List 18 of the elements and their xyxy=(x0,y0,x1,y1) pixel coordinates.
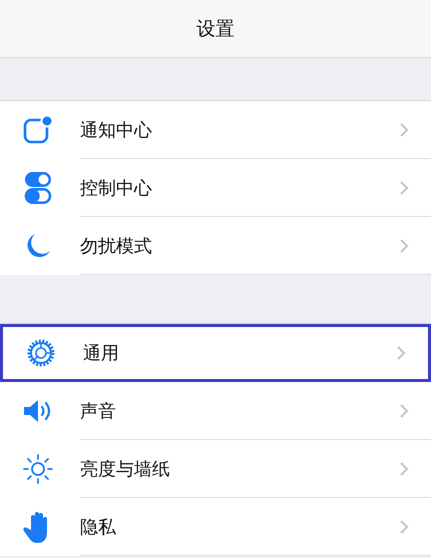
chevron-icon xyxy=(399,402,409,418)
settings-row[interactable]: 通用 xyxy=(0,324,431,382)
row-label: 通用 xyxy=(83,342,119,365)
chevron-icon xyxy=(399,122,409,138)
chevron-icon xyxy=(399,238,409,254)
row-label: 隐私 xyxy=(80,516,116,538)
row-label: 声音 xyxy=(80,400,116,422)
row-label: 勿扰模式 xyxy=(80,234,152,258)
row-label: 通知中心 xyxy=(80,118,152,142)
chevron-icon xyxy=(399,180,409,196)
screen-title: 设置 xyxy=(196,16,234,42)
toggle-switches-icon xyxy=(22,171,54,205)
row-label: 控制中心 xyxy=(80,176,152,200)
chevron-icon xyxy=(399,460,409,476)
sun-icon xyxy=(22,452,54,486)
chevron-icon xyxy=(399,518,409,534)
row-label: 亮度与墙纸 xyxy=(80,458,170,480)
chevron-icon xyxy=(396,345,406,361)
